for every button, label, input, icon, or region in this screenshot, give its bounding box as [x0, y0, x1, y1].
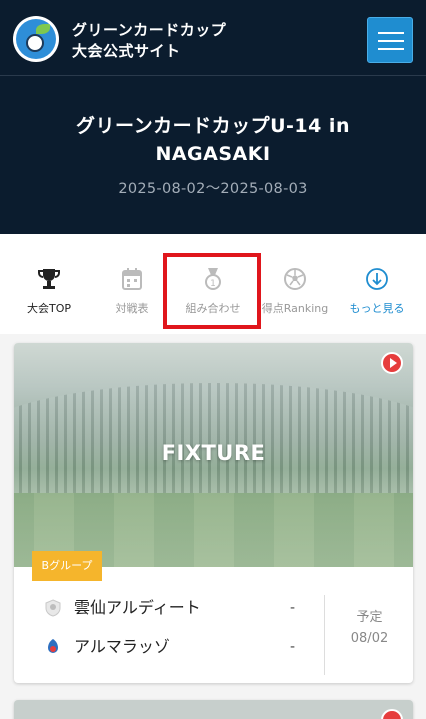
nav-label: 得点Ranking: [261, 302, 329, 315]
stadium-stands: [14, 383, 413, 493]
tournament-title: グリーンカードカップU-14 in NAGASAKI: [76, 115, 350, 165]
play-icon[interactable]: [381, 709, 403, 719]
nav-item-more[interactable]: もっと見る: [342, 266, 412, 316]
soccer-ball-icon: [26, 34, 44, 52]
leaf-icon: [36, 24, 50, 34]
tournament-hero: グリーンカードカップU-14 in NAGASAKI 2025-08-02〜20…: [0, 76, 426, 234]
play-icon[interactable]: [381, 352, 403, 374]
team-emblem-icon: [48, 639, 58, 653]
nav-label: 対戦表: [115, 302, 149, 315]
team-emblem-icon: [45, 599, 61, 617]
site-title-line2: 大会公式サイト: [72, 42, 181, 60]
calendar-icon: [122, 268, 142, 290]
match-image: FIXTURE: [14, 343, 413, 567]
nav-label: もっと見る: [349, 302, 405, 315]
group-badge: Bグループ: [32, 551, 102, 581]
logo-emblem: [16, 19, 56, 59]
site-title[interactable]: グリーンカードカップ 大会公式サイト: [72, 20, 226, 62]
nav-item-ranking[interactable]: 得点Ranking: [260, 266, 330, 316]
soccer-ball-icon: [284, 268, 306, 290]
match-card[interactable]: FIXTURE Bグループ 雲仙アルディート - アルマラッゾ - 予定 08/…: [14, 343, 413, 683]
away-team: アルマラッゾ: [44, 635, 304, 659]
hamburger-menu-button[interactable]: [367, 17, 413, 63]
fixture-label: FIXTURE: [161, 441, 266, 465]
arrow-down-circle-icon: [366, 268, 388, 290]
away-team-name: アルマラッゾ: [74, 637, 170, 656]
away-score: -: [290, 639, 296, 655]
home-team-name: 雲仙アルディート: [74, 598, 201, 617]
home-team: 雲仙アルディート: [44, 596, 304, 620]
trophy-icon: [38, 269, 60, 289]
site-title-line1: グリーンカードカップ: [72, 21, 227, 39]
menu-bar-icon: [378, 40, 404, 42]
tournament-dates: 2025-08-02〜2025-08-03: [118, 181, 308, 197]
match-date: 08/02: [350, 631, 389, 646]
highlight-box: [163, 253, 261, 329]
card-divider: [324, 595, 325, 675]
home-score: -: [290, 600, 296, 616]
nav-item-top[interactable]: 大会TOP: [14, 266, 84, 316]
nav-label: 大会TOP: [26, 302, 71, 315]
nav-item-schedule[interactable]: 対戦表: [97, 266, 167, 316]
site-header: グリーンカードカップ 大会公式サイト: [0, 0, 426, 76]
menu-bar-icon: [378, 48, 404, 50]
match-card[interactable]: [14, 700, 413, 719]
menu-bar-icon: [378, 32, 404, 34]
site-logo[interactable]: [13, 16, 59, 62]
match-status: 予定: [356, 610, 383, 625]
